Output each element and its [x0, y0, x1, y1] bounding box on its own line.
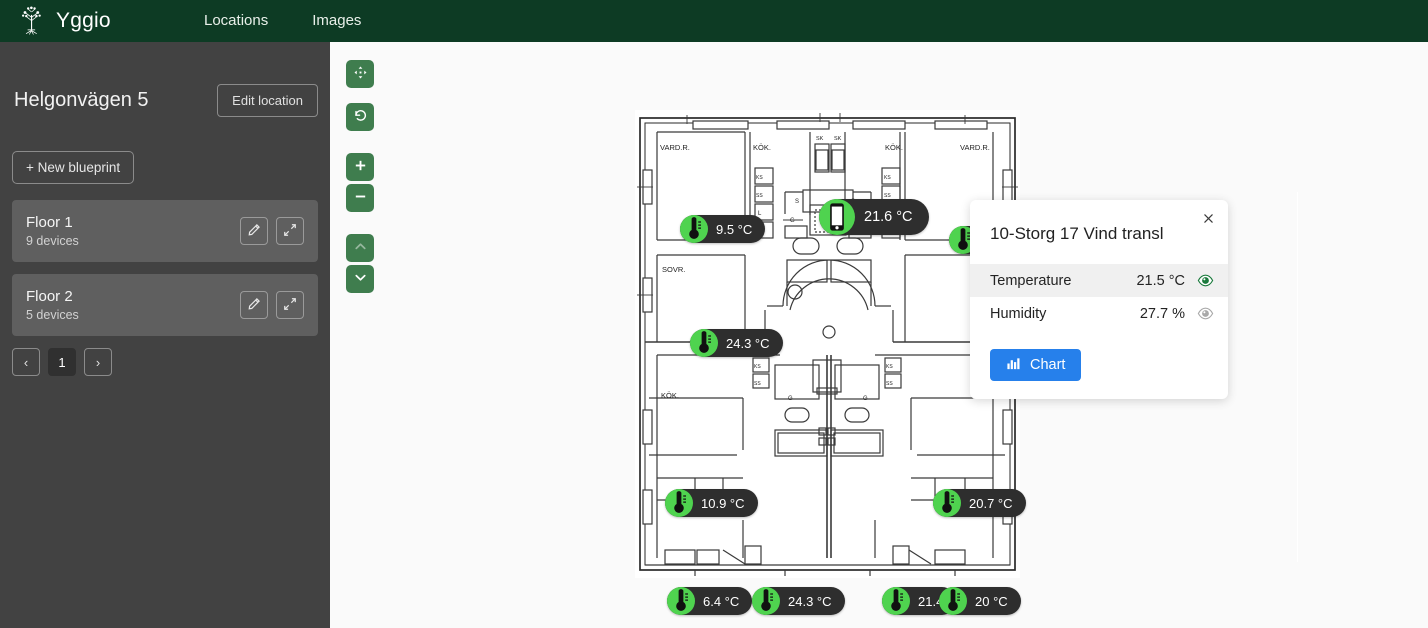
measurement-value: 21.5 °C: [1136, 272, 1185, 289]
device-detail-popup: 10-Storg 17 Vind transl Temperature 21.5…: [970, 200, 1228, 399]
plus-icon: [353, 158, 368, 176]
edit-floor-button[interactable]: [240, 291, 268, 319]
measurement-value: 27.7 %: [1139, 305, 1185, 322]
svg-text:G: G: [788, 396, 793, 402]
device-marker-value: 20.7 °C: [969, 495, 1013, 511]
sidebar-header: Helgonvägen 5 Edit location: [12, 42, 318, 117]
device-marker[interactable]: 24.3 °C: [752, 587, 845, 615]
eye-visible-icon[interactable]: [1197, 272, 1214, 289]
measurement-row-humidity[interactable]: Humidity 27.7 %: [970, 297, 1228, 330]
device-marker[interactable]: 20 °C: [939, 587, 1021, 615]
floor-device-count: 9 devices: [26, 234, 79, 248]
floor-device-count: 5 devices: [26, 308, 79, 322]
device-marker-value: 10.9 °C: [701, 495, 745, 511]
expand-floor-button[interactable]: [276, 217, 304, 245]
zoom-in-button[interactable]: [346, 153, 374, 181]
floor-up-button[interactable]: [346, 234, 374, 262]
floor-name: Floor 1: [26, 214, 73, 231]
brand[interactable]: Yggio: [16, 6, 138, 36]
chevron-up-icon: [353, 239, 368, 257]
chart-button[interactable]: Chart: [990, 349, 1082, 381]
thermometer-icon: [939, 587, 967, 615]
floorplan-image[interactable]: VARD.R. KÖK. KÖK. VARD.R. SOVR. KÖK. SK …: [635, 110, 1042, 615]
canvas-divider: [1297, 192, 1298, 562]
svg-text:S: S: [795, 199, 799, 205]
floor-name: Floor 2: [26, 288, 73, 305]
device-marker-value: 9.5 °C: [716, 221, 753, 237]
reset-tool-button[interactable]: [346, 103, 374, 131]
room-label: KÖK.: [885, 143, 903, 152]
svg-text:KS: KS: [884, 175, 891, 181]
device-marker-value: 20 °C: [975, 593, 1008, 609]
device-marker[interactable]: 6.4 °C: [667, 587, 753, 615]
floor-card-text: Floor 1 9 devices: [26, 214, 79, 248]
thermometer-icon: [752, 587, 780, 615]
zoom-out-button[interactable]: [346, 184, 374, 212]
edit-floor-button[interactable]: [240, 217, 268, 245]
svg-text:G: G: [790, 218, 795, 224]
top-navigation-bar: Yggio Locations Images: [0, 0, 1428, 42]
bar-chart-icon: [1006, 356, 1021, 375]
map-toolbar: [346, 60, 374, 293]
move-arrows-icon: [353, 65, 368, 83]
sidebar: Helgonvägen 5 Edit location + New bluepr…: [0, 42, 330, 628]
pagination-prev[interactable]: ‹: [12, 348, 40, 376]
chart-button-label: Chart: [1030, 357, 1066, 373]
rotate-ccw-icon: [353, 108, 368, 126]
pencil-icon: [247, 223, 261, 240]
minus-icon: [353, 189, 368, 207]
expand-arrows-icon: [283, 297, 297, 314]
nav-items: Locations Images: [182, 0, 383, 42]
thermometer-icon: [882, 587, 910, 615]
nav-item-locations[interactable]: Locations: [182, 0, 290, 42]
new-blueprint-button[interactable]: + New blueprint: [12, 151, 135, 184]
app-root: Yggio Locations Images Helgonvägen 5 Edi…: [0, 0, 1428, 628]
nav-item-images[interactable]: Images: [290, 0, 383, 42]
device-marker[interactable]: 24.3 °C: [690, 329, 783, 357]
room-label: KÖK.: [753, 143, 771, 152]
thermometer-icon: [667, 587, 695, 615]
tablet-icon: [819, 199, 855, 235]
device-marker-value: 6.4 °C: [703, 593, 740, 609]
floor-card-2[interactable]: Floor 2 5 devices: [12, 274, 318, 336]
expand-arrows-icon: [283, 223, 297, 240]
page-title: Helgonvägen 5: [14, 89, 149, 111]
pencil-icon: [247, 297, 261, 314]
edit-location-button[interactable]: Edit location: [217, 84, 318, 117]
pagination-page-1[interactable]: 1: [48, 348, 76, 376]
floor-card-1[interactable]: Floor 1 9 devices: [12, 200, 318, 262]
floor-list: Floor 1 9 devices Floor 2 5 devices: [12, 200, 318, 336]
pagination: ‹ 1 ›: [12, 348, 318, 376]
measurement-label: Temperature: [990, 272, 1072, 289]
svg-text:G: G: [863, 396, 868, 402]
device-marker-value: 21.6 °C: [864, 209, 913, 225]
expand-floor-button[interactable]: [276, 291, 304, 319]
device-marker-selected[interactable]: 21.6 °C: [819, 199, 929, 235]
popup-title: 10-Storg 17 Vind transl: [990, 224, 1164, 243]
svg-text:SS: SS: [756, 193, 763, 199]
thermometer-icon: [690, 329, 718, 357]
svg-text:KS: KS: [756, 175, 763, 181]
measurement-label: Humidity: [990, 305, 1047, 322]
measurement-row-temperature[interactable]: Temperature 21.5 °C: [970, 264, 1228, 297]
blueprint-canvas[interactable]: VARD.R. KÖK. KÖK. VARD.R. SOVR. KÖK. SK …: [330, 42, 1428, 628]
floor-down-button[interactable]: [346, 265, 374, 293]
device-marker-value: 24.3 °C: [726, 335, 770, 351]
floor-card-actions: [240, 291, 304, 319]
eye-hidden-icon[interactable]: [1197, 305, 1214, 322]
chevron-down-icon: [353, 270, 368, 288]
close-icon[interactable]: [1196, 206, 1220, 230]
pagination-next[interactable]: ›: [84, 348, 112, 376]
floor-card-text: Floor 2 5 devices: [26, 288, 79, 322]
tree-icon: [16, 6, 46, 36]
floor-card-actions: [240, 217, 304, 245]
device-marker-value: 24.3 °C: [788, 593, 832, 609]
popup-measurement-list: Temperature 21.5 °C Humidity 27.7 %: [970, 264, 1228, 330]
brand-name: Yggio: [56, 9, 111, 32]
pan-tool-button[interactable]: [346, 60, 374, 88]
